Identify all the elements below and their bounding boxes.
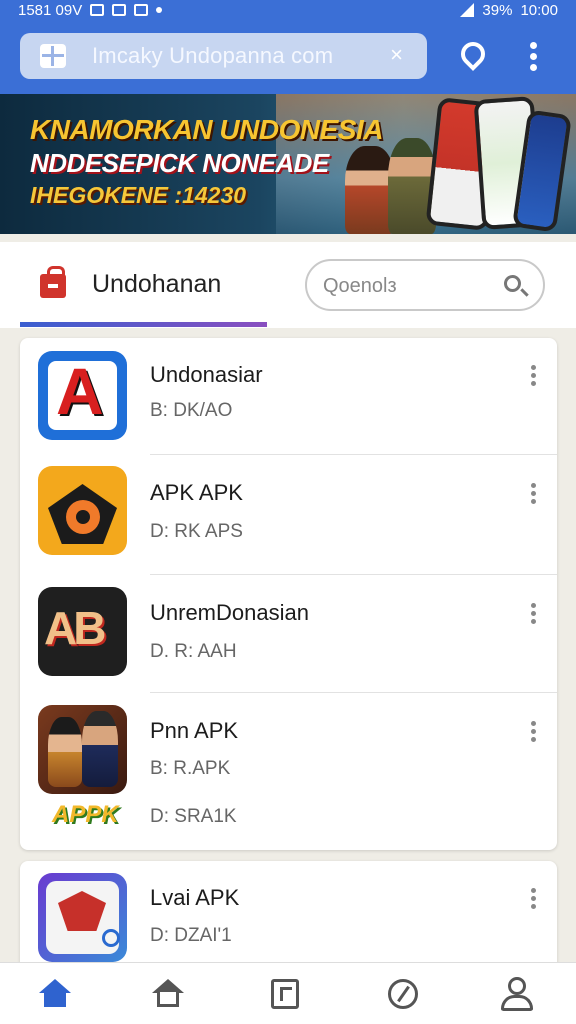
bottom-navigation	[0, 962, 576, 1024]
nav-documents[interactable]	[265, 975, 305, 1015]
status-bar: 1581 09V 39% 10:00	[0, 0, 576, 22]
mail-icon	[90, 4, 105, 16]
app-title[interactable]: Undonasiar	[150, 362, 263, 388]
nav-house[interactable]	[148, 975, 188, 1015]
home-icon	[39, 979, 71, 1007]
tabs-icon[interactable]	[40, 44, 66, 68]
app-subtitle: D: DZAI'1	[150, 925, 232, 946]
more-options-button[interactable]	[531, 483, 537, 507]
more-options-button[interactable]	[531, 721, 537, 745]
more-options-button[interactable]	[531, 603, 537, 627]
clear-url-button[interactable]: ×	[390, 42, 403, 68]
app-icon-pnn-apk[interactable]	[38, 705, 127, 794]
location-icon[interactable]	[456, 37, 490, 71]
app-list-card: A Undonasiar B: DK/AO APK APK D: RK APS …	[20, 338, 557, 850]
app-icon-letters: AB	[44, 602, 106, 654]
app-icon-apk-apk[interactable]	[38, 466, 127, 555]
app-icon-lvai-apk[interactable]	[38, 873, 127, 962]
list-item[interactable]: APK APK D: RK APS	[20, 455, 557, 575]
banner-line-2: NDDESEPICK NONEADE	[30, 148, 329, 178]
more-options-button[interactable]	[531, 888, 537, 912]
document-icon	[271, 979, 299, 1009]
clock: 10:00	[520, 1, 558, 19]
nav-profile[interactable]	[497, 975, 537, 1015]
nav-home[interactable]	[35, 975, 75, 1015]
browser-toolbar: Imcaky Undopanna com ×	[0, 22, 576, 94]
active-tab-indicator	[20, 322, 267, 327]
search-icon[interactable]	[504, 275, 521, 292]
banner-line-3: IHEGOKENE :14230	[30, 182, 247, 208]
list-item[interactable]: A Undonasiar B: DK/AO	[20, 338, 557, 455]
status-left-text: 1581 09V	[18, 1, 83, 19]
app-subtitle: D. R: AAH	[150, 641, 237, 662]
list-item[interactable]: AB UnremDonasian D. R: AAH	[20, 575, 557, 693]
apk-badge: APPK	[52, 801, 119, 828]
promo-banner[interactable]: KNAMORKAN UNDONESIA NDDESEPICK NONEADE I…	[0, 94, 576, 234]
compass-icon	[388, 979, 418, 1009]
shopping-bag-icon	[40, 266, 66, 298]
app-title[interactable]: Lvai APK	[150, 885, 239, 911]
list-item[interactable]: Lvai APK D: DZAI'1	[20, 861, 557, 971]
app-title[interactable]: UnremDonasian	[150, 600, 309, 626]
search-placeholder: Qoenolз	[323, 275, 397, 297]
app-subtitle: B: R.APK	[150, 758, 231, 779]
dot-icon	[156, 7, 163, 13]
banner-line-1: KNAMORKAN UNDONESIA	[30, 114, 383, 145]
app-subtitle: B: DK/AO	[150, 400, 233, 421]
app-list-card: Lvai APK D: DZAI'1	[20, 861, 557, 971]
category-tab-bar: Undohanan Qoenolз	[0, 242, 576, 328]
signal-icon	[460, 3, 475, 17]
url-text[interactable]: Imcaky Undopanna com	[92, 43, 333, 69]
more-options-button[interactable]	[531, 365, 537, 389]
app-icon-undonasiar[interactable]: A	[38, 351, 127, 440]
overflow-menu-button[interactable]	[530, 42, 538, 72]
list-item[interactable]: APPK Pnn APK B: R.APK D: SRA1K	[20, 693, 557, 850]
app-subtitle: D: RK APS	[150, 521, 243, 542]
app-title[interactable]: APK APK	[150, 480, 243, 506]
battery-percent: 39%	[482, 1, 513, 19]
app-title[interactable]: Pnn APK	[150, 718, 238, 744]
address-bar[interactable]: Imcaky Undopanna com ×	[20, 33, 427, 79]
tab-undohanan[interactable]: Undohanan	[92, 270, 221, 299]
search-input[interactable]: Qoenolз	[305, 259, 545, 311]
app-notification-icon	[134, 4, 149, 16]
app-subtitle-2: D: SRA1K	[150, 806, 237, 827]
app-icon-letter: A	[56, 354, 104, 428]
app-icon-unremdonasian[interactable]: AB	[38, 587, 127, 676]
nav-explore[interactable]	[383, 975, 423, 1015]
grid-icon	[112, 4, 127, 16]
